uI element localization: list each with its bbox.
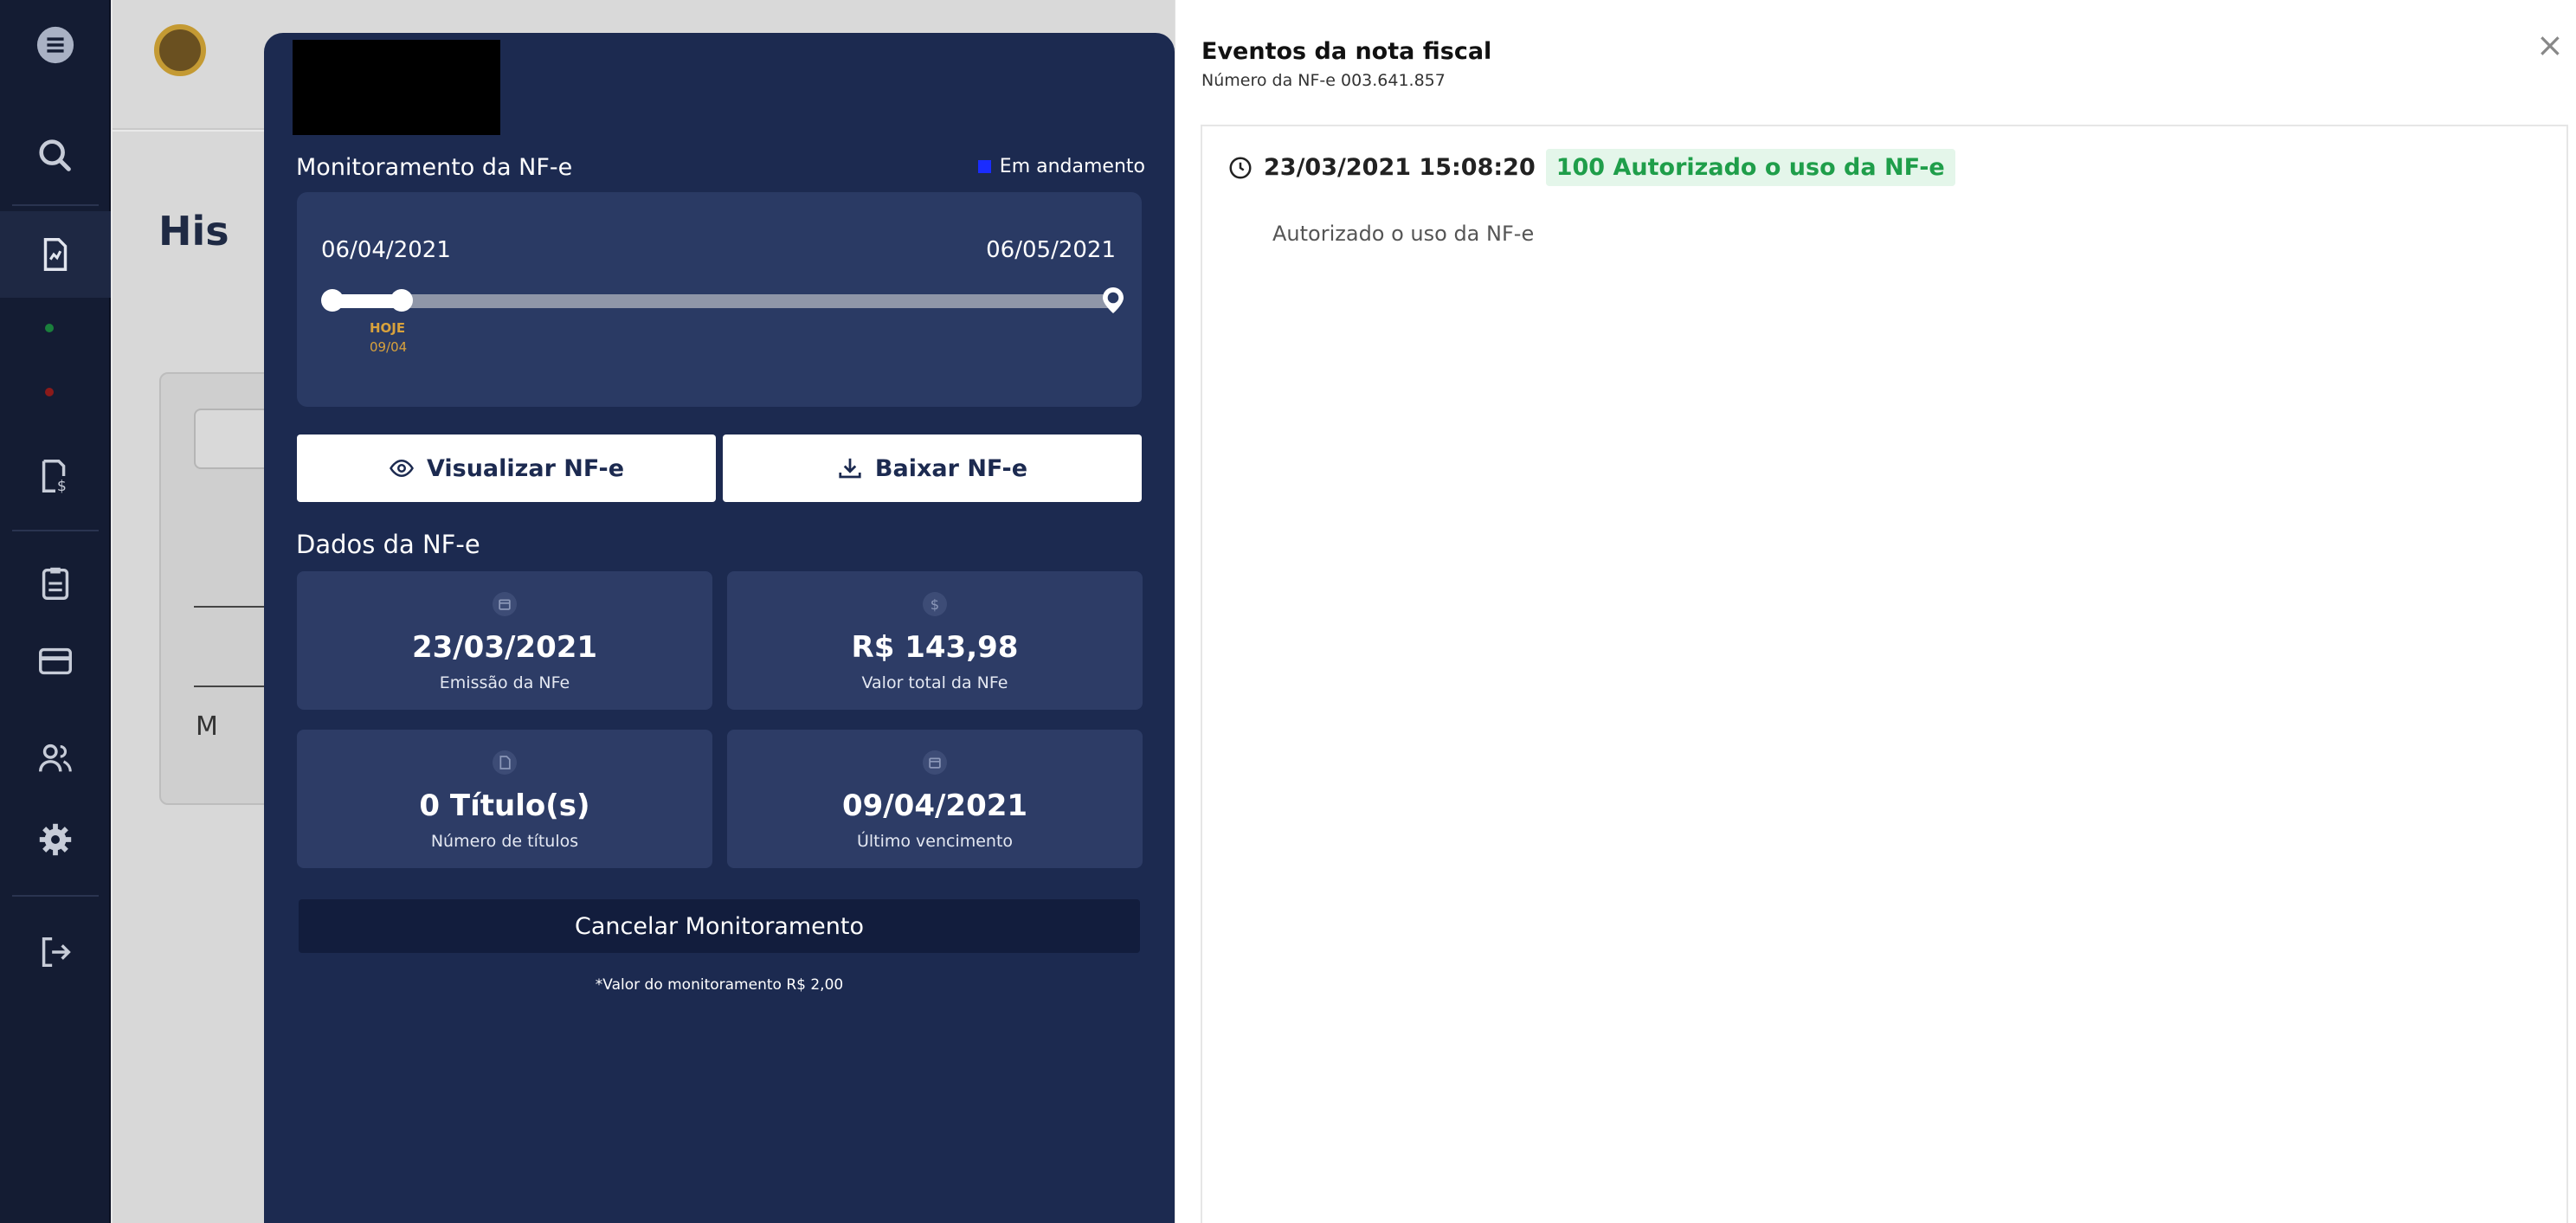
monitoring-status: Em andamento [977, 156, 1145, 177]
search-button[interactable] [0, 113, 111, 199]
timeline-track [332, 294, 1114, 308]
stat-value: 23/03/2021 [411, 630, 598, 665]
stat-label: Valor total da NFe [861, 673, 1008, 692]
sidebar-item-clipboard[interactable] [0, 540, 111, 627]
stat-label: Último vencimento [856, 832, 1014, 851]
search-icon [39, 139, 71, 171]
nfe-data-title: Dados da NF-e [296, 530, 480, 559]
calendar-icon [493, 592, 517, 616]
sidebar-item-invoices[interactable]: $ [0, 433, 111, 519]
monitoring-title: Monitoramento da NF-e [296, 154, 573, 181]
sidebar-item-documents[interactable] [0, 211, 111, 298]
card-icon [39, 647, 72, 675]
map-pin-icon [1103, 287, 1124, 313]
stat-card-titles: 0 Título(s) Número de títulos [297, 730, 712, 868]
stat-label: Emissão da NFe [439, 673, 570, 692]
menu-button[interactable] [0, 7, 111, 83]
sidebar-nav: $ [0, 0, 111, 1223]
timeline-today-knob [390, 289, 413, 312]
timeline-today-label: HOJE [370, 320, 406, 336]
app-logo [154, 24, 206, 76]
stat-value: R$ 143,98 [851, 630, 1019, 665]
stat-value: 09/04/2021 [841, 789, 1028, 823]
timeline-today-date: 09/04 [370, 339, 408, 355]
timeline-end-date: 06/05/2021 [986, 237, 1116, 263]
nav-divider [12, 530, 99, 531]
close-button[interactable]: × [2536, 26, 2564, 64]
status-label: Em andamento [999, 156, 1145, 177]
events-list [1201, 125, 2568, 1223]
background-card-text: M [196, 711, 218, 742]
stat-label: Número de títulos [430, 832, 579, 851]
download-nfe-label: Baixar NF-e [874, 454, 1028, 482]
timeline-start-knob [321, 289, 344, 312]
download-nfe-button[interactable]: Baixar NF-e [723, 434, 1142, 502]
invoice-icon: $ [42, 460, 67, 495]
event-timestamp: 23/03/2021 15:08:20 [1264, 154, 1536, 181]
document-icon [43, 238, 68, 271]
stat-value: 0 Título(s) [419, 789, 590, 823]
event-status-badge: 100 Autorizado o uso da NF-e [1545, 149, 1955, 186]
stat-card-due-date: 09/04/2021 Último vencimento [727, 730, 1143, 868]
nav-divider [12, 204, 99, 206]
company-logo-redacted [293, 40, 500, 135]
download-icon [839, 458, 861, 479]
sidebar-item-users[interactable] [0, 715, 111, 801]
menu-icon [36, 26, 74, 64]
clipboard-icon [42, 567, 69, 600]
events-title: Eventos da nota fiscal [1201, 38, 1492, 65]
background-page-title: His [158, 208, 229, 254]
timeline-start-date: 06/04/2021 [321, 237, 451, 263]
sidebar-item-payments[interactable] [0, 618, 111, 705]
gear-icon [39, 823, 72, 856]
event-description: Autorizado o uso da NF-e [1272, 222, 1535, 246]
status-dot-green [45, 324, 54, 332]
sidebar-item-settings[interactable] [0, 796, 111, 883]
monitoring-timeline: 06/04/2021 06/05/2021 HOJE 09/04 [297, 192, 1142, 407]
svg-text:$: $ [57, 478, 67, 495]
calendar-icon [923, 750, 947, 775]
file-icon [493, 750, 517, 775]
dollar-icon: $ [923, 592, 947, 616]
nav-divider [12, 895, 99, 897]
monitoring-price-note: *Valor do monitoramento R$ 2,00 [595, 976, 844, 994]
logout-icon [42, 937, 71, 968]
view-nfe-button[interactable]: Visualizar NF-e [297, 434, 716, 502]
status-indicator-icon [977, 160, 991, 173]
stat-card-emission: 23/03/2021 Emissão da NFe [297, 571, 712, 710]
clock-icon [1229, 157, 1252, 178]
cancel-monitoring-button[interactable]: Cancelar Monitoramento [299, 899, 1140, 953]
stat-card-total-value: $ R$ 143,98 Valor total da NFe [727, 571, 1143, 710]
events-subtitle: Número da NF-e 003.641.857 [1201, 71, 1446, 90]
users-icon [39, 743, 72, 772]
status-dot-red [45, 388, 54, 396]
logout-button[interactable] [0, 909, 111, 995]
view-nfe-label: Visualizar NF-e [426, 454, 625, 482]
svg-text:$: $ [931, 596, 939, 613]
eye-icon [390, 459, 414, 478]
event-item-header: 23/03/2021 15:08:20 100 Autorizado o uso… [1227, 149, 1955, 186]
